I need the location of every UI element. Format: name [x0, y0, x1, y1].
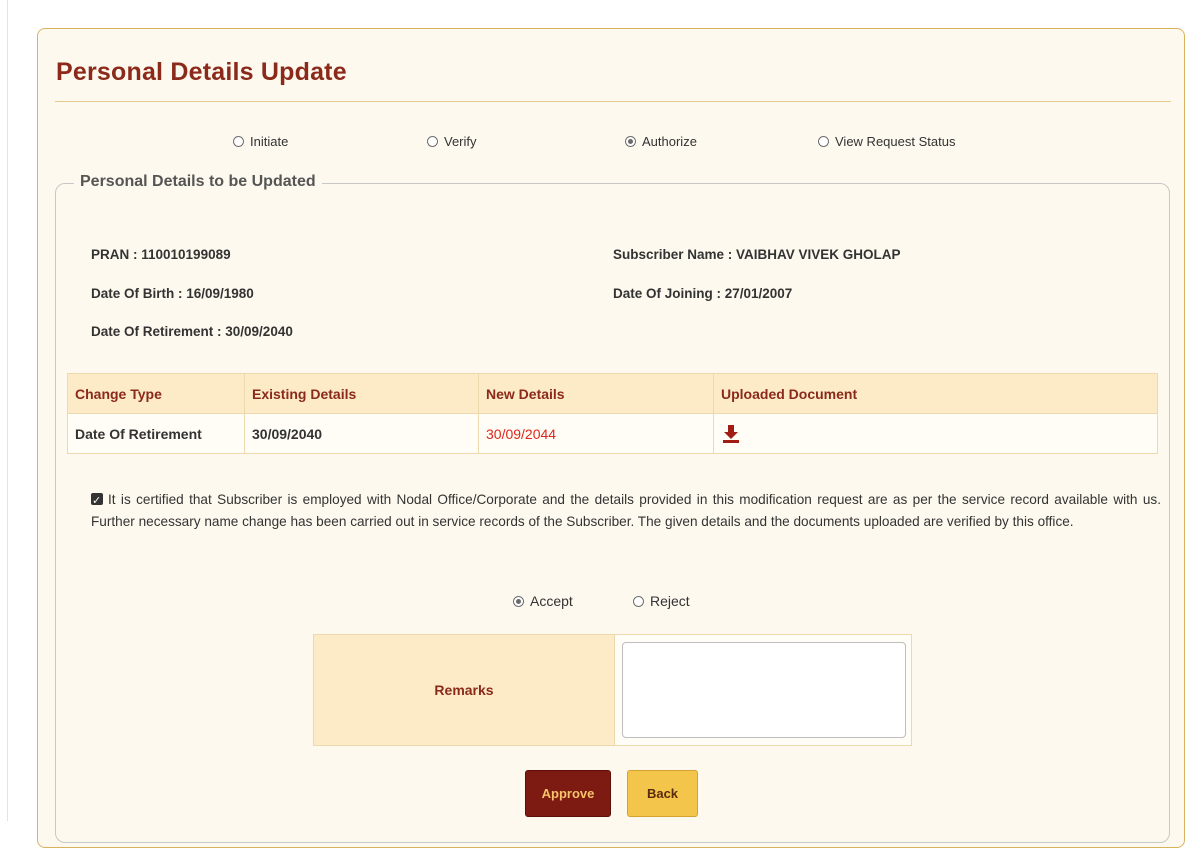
new-value-cell: 30/09/2044: [478, 413, 714, 454]
back-button[interactable]: Back: [627, 770, 698, 817]
radio-icon[interactable]: [233, 136, 244, 147]
dob-label: Date Of Birth : 16/09/1980: [91, 286, 254, 301]
table-header: Existing Details: [244, 373, 479, 414]
doj-label: Date Of Joining : 27/01/2007: [613, 286, 793, 301]
remarks-cell: [615, 635, 911, 745]
table-header: Change Type: [67, 373, 245, 414]
reject-option[interactable]: Reject: [633, 593, 690, 609]
title-divider: [55, 101, 1171, 102]
table-header: Uploaded Document: [713, 373, 1158, 414]
workflow-option-view-status[interactable]: View Request Status: [818, 134, 955, 149]
table-header-row: Change Type Existing Details New Details…: [67, 373, 1158, 414]
change-type-cell: Date Of Retirement: [67, 413, 245, 454]
remarks-table: Remarks: [313, 634, 912, 746]
radio-checked-icon[interactable]: [513, 595, 524, 607]
table-header: New Details: [478, 373, 714, 414]
workflow-option-initiate[interactable]: Initiate: [233, 134, 288, 149]
left-divider: [7, 0, 8, 821]
remarks-input[interactable]: [622, 642, 906, 738]
document-cell: [713, 413, 1158, 454]
radio-icon[interactable]: [427, 136, 438, 147]
dor-label: Date Of Retirement : 30/09/2040: [91, 324, 293, 339]
radio-checked-icon[interactable]: [625, 136, 636, 147]
download-icon[interactable]: [721, 424, 741, 444]
workflow-option-verify[interactable]: Verify: [427, 134, 477, 149]
remarks-label: Remarks: [314, 635, 615, 745]
section-legend: Personal Details to be Updated: [74, 173, 322, 191]
page-title: Personal Details Update: [56, 58, 347, 86]
certification-checkbox[interactable]: [91, 490, 103, 512]
radio-icon[interactable]: [633, 595, 644, 607]
workflow-option-authorize[interactable]: Authorize: [625, 134, 697, 149]
existing-value-cell: 30/09/2040: [244, 413, 479, 454]
pran-label: PRAN : 110010199089: [91, 247, 231, 262]
approve-button[interactable]: Approve: [525, 770, 611, 817]
certification-block: It is certified that Subscriber is emplo…: [91, 489, 1161, 533]
radio-icon[interactable]: [818, 136, 829, 147]
table-row: Date Of Retirement 30/09/2040 30/09/2044: [67, 413, 1158, 454]
subscriber-name-label: Subscriber Name : VAIBHAV VIVEK GHOLAP: [613, 247, 901, 262]
details-table: Change Type Existing Details New Details…: [67, 373, 1158, 454]
accept-option[interactable]: Accept: [513, 593, 573, 609]
certification-text: It is certified that Subscriber is emplo…: [91, 492, 1161, 529]
